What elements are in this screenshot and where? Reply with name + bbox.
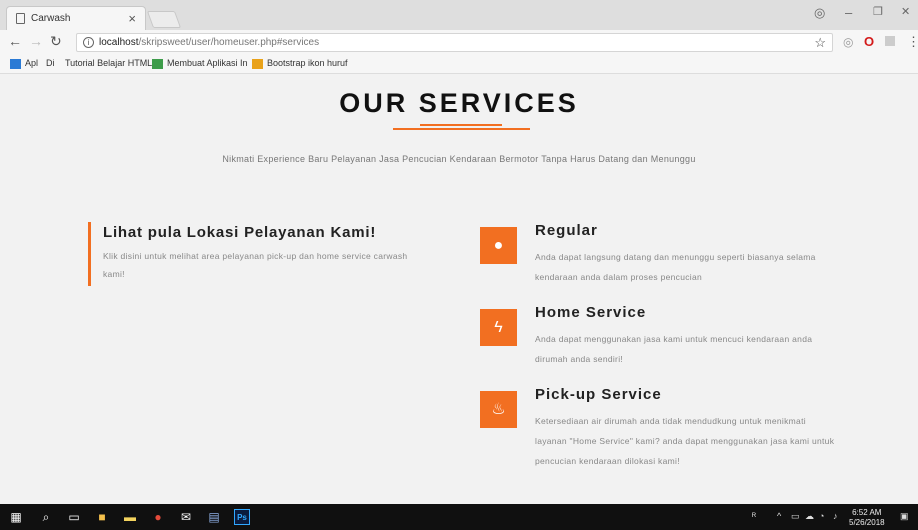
wifi-icon[interactable]: ◔ xyxy=(819,511,824,521)
bookmark-membuat[interactable]: Membuat Aplikasi In xyxy=(152,58,248,69)
services-section: OUR SERVICES Nikmati Experience Baru Pel… xyxy=(0,74,918,504)
store-icon[interactable]: ■ xyxy=(94,509,110,525)
new-tab-button[interactable] xyxy=(146,11,182,28)
extension-icon[interactable]: ◎ xyxy=(843,35,853,49)
url-path: /skripsweet/user/homeuser.php#services xyxy=(138,37,320,48)
volume-icon[interactable]: ♪ xyxy=(833,511,838,521)
clock-date: 5/26/2018 xyxy=(849,518,885,527)
forward-arrow-icon[interactable]: → xyxy=(29,33,43,49)
tab-title: Carwash xyxy=(31,13,71,24)
tab-carwash[interactable]: Carwash × xyxy=(6,6,146,30)
section-title: OUR SERVICES xyxy=(339,88,579,118)
service-text: Ketersediaan air dirumah anda tidak mend… xyxy=(535,416,835,466)
search-icon[interactable]: ⌕ xyxy=(38,509,54,525)
info-icon[interactable]: i xyxy=(83,37,94,48)
extension-icon-2[interactable] xyxy=(885,36,895,46)
service-title: Pick-up Service xyxy=(535,386,662,403)
mail-icon[interactable]: ✉ xyxy=(178,509,194,525)
url-text: localhost/skripsweet/user/homeuser.php#s… xyxy=(99,37,319,48)
address-bar[interactable]: i localhost/skripsweet/user/homeuser.php… xyxy=(76,33,833,52)
bookmark-tutorial[interactable]: Tutorial Belajar HTML xyxy=(65,58,152,68)
cloud-icon[interactable]: ☁ xyxy=(805,511,814,522)
opera-extension-icon[interactable]: O xyxy=(864,34,874,49)
url-host: localhost xyxy=(99,37,139,48)
fire-icon: ♨ xyxy=(480,391,517,428)
back-arrow-icon[interactable]: ← xyxy=(8,33,22,49)
photoshop-icon[interactable]: Ps xyxy=(234,509,250,525)
bookmark-bootstrap[interactable]: Bootstrap ikon huruf xyxy=(252,58,348,69)
chevron-up-icon[interactable]: ^ xyxy=(777,511,781,521)
service-text: Anda dapat menggunakan jasa kami untuk m… xyxy=(535,334,813,364)
location-text[interactable]: Klik disini untuk melihat area pelayanan… xyxy=(103,247,428,283)
menu-icon[interactable]: ⋮ xyxy=(907,34,918,50)
browser-toolbar: ← → ↻ i localhost/skripsweet/user/homeus… xyxy=(0,30,918,54)
maximize-button[interactable]: ❐ xyxy=(873,5,883,18)
bookmark-membuat-icon xyxy=(152,58,163,69)
bookmark-di[interactable]: Di xyxy=(46,58,55,68)
bookmark-bootstrap-icon xyxy=(252,58,263,69)
service-title: Regular xyxy=(535,222,598,239)
reload-icon[interactable]: ↻ xyxy=(50,33,62,50)
close-window-button[interactable]: ✕ xyxy=(901,5,910,18)
lightbulb-icon: ● xyxy=(480,227,517,264)
apps-icon xyxy=(10,58,21,69)
task-view-icon[interactable]: ▭ xyxy=(66,509,82,525)
close-tab-icon[interactable]: × xyxy=(128,11,136,26)
system-clock[interactable]: 6:52 AM 5/26/2018 xyxy=(849,508,885,528)
battery-icon[interactable]: ▭ xyxy=(791,511,800,522)
title-underline-short xyxy=(420,124,502,126)
start-windows-icon[interactable]: ▦ xyxy=(8,509,24,525)
service-title: Home Service xyxy=(535,304,647,321)
service-text: Anda dapat langsung datang dan menunggu … xyxy=(535,252,816,282)
location-callout[interactable]: Lihat pula Lokasi Pelayanan Kami! Klik d… xyxy=(88,222,428,286)
bookmark-star-icon[interactable]: ☆ xyxy=(814,35,826,51)
title-underline-long xyxy=(393,128,530,130)
chrome-icon[interactable]: ● xyxy=(150,509,166,525)
minimize-button[interactable]: – xyxy=(845,5,852,20)
tab-strip: Carwash × ◎ – ❐ ✕ xyxy=(0,0,918,30)
file-explorer-icon[interactable]: ▬ xyxy=(122,509,138,525)
people-icon[interactable]: ᴿ xyxy=(752,511,756,521)
clock-time: 6:52 AM xyxy=(852,508,882,517)
bookmark-apps[interactable]: Apl xyxy=(10,58,38,69)
account-icon[interactable]: ◎ xyxy=(814,5,825,21)
page-icon xyxy=(16,13,25,24)
notepad-icon[interactable]: ▤ xyxy=(206,509,222,525)
bolt-icon: ϟ xyxy=(480,309,517,346)
windows-taskbar: ▦ ⌕ ▭ ■ ▬ ● ✉ ▤ Ps ᴿ ^ ▭ ☁ ◔ ♪ 6:52 AM 5… xyxy=(0,504,918,530)
location-heading: Lihat pula Lokasi Pelayanan Kami! xyxy=(103,224,377,241)
notifications-icon[interactable]: ▣ xyxy=(900,511,909,522)
section-subtitle: Nikmati Experience Baru Pelayanan Jasa P… xyxy=(222,154,696,164)
bookmarks-bar: Apl Di Tutorial Belajar HTML Membuat Apl… xyxy=(0,54,918,74)
